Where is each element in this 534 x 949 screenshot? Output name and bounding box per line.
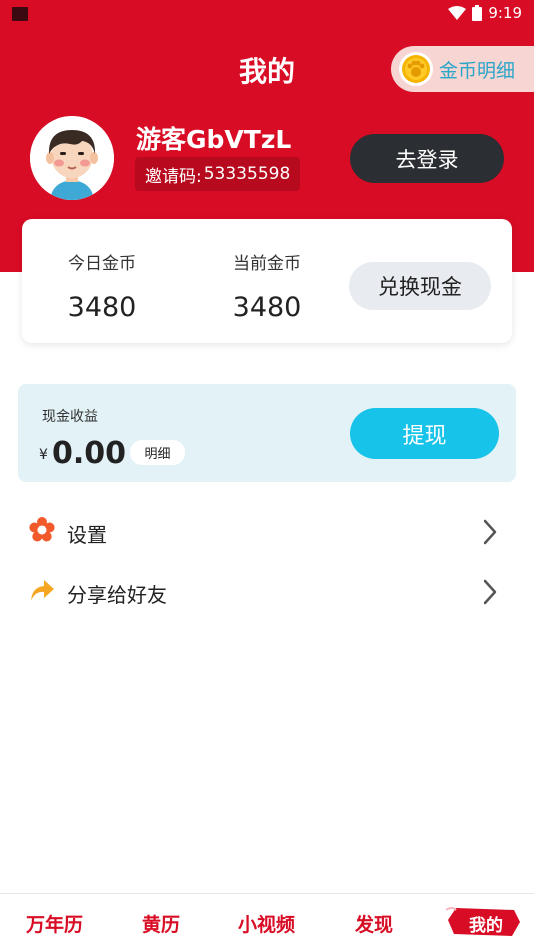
coin-detail-button[interactable]: 金币明细 xyxy=(391,46,534,92)
bottom-tab-bar: 万年历 黄历 小视频 发现 我的 xyxy=(0,893,534,949)
coin-icon xyxy=(399,52,433,86)
current-coins-label: 当前金币 xyxy=(233,254,301,274)
username: 游客GbVTzL xyxy=(136,125,292,154)
coin-detail-label: 金币明细 xyxy=(439,59,516,82)
tab-almanac[interactable]: 黄历 xyxy=(142,910,180,937)
menu-item-settings[interactable]: 设置 xyxy=(0,503,534,559)
share-arrow-icon xyxy=(31,580,54,601)
settings-flower-icon xyxy=(29,517,55,542)
tab-discover[interactable]: 发现 xyxy=(355,910,393,937)
chevron-right-icon xyxy=(483,519,497,545)
today-coins-value: 3480 xyxy=(67,292,137,323)
status-bar: 9:19 xyxy=(0,0,534,28)
avatar[interactable] xyxy=(30,116,114,200)
exchange-cash-button[interactable]: 兑换现金 xyxy=(349,262,491,310)
cash-amount: 0.00 xyxy=(52,436,127,471)
menu-item-label: 设置 xyxy=(67,523,107,547)
tab-mine[interactable]: 我的 xyxy=(446,906,520,938)
wifi-icon xyxy=(448,6,467,20)
menu-item-label: 分享给好友 xyxy=(67,583,167,607)
battery-icon xyxy=(472,5,483,21)
tab-short-video[interactable]: 小视频 xyxy=(238,910,295,937)
coin-summary-card: 今日金币 3480 当前金币 3480 兑换现金 xyxy=(22,219,512,343)
invite-code-label: 邀请码: xyxy=(145,166,202,187)
tab-mine-label: 我的 xyxy=(469,916,503,936)
login-button[interactable]: 去登录 xyxy=(350,134,504,183)
invite-code-value: 53335598 xyxy=(203,164,291,184)
today-coins: 今日金币 3480 xyxy=(32,249,172,323)
status-time: 9:19 xyxy=(488,4,522,22)
notification-icon xyxy=(12,7,28,21)
current-coins-value: 3480 xyxy=(232,292,302,323)
status-right: 9:19 xyxy=(448,4,522,22)
menu-item-share[interactable]: 分享给好友 xyxy=(0,563,534,619)
cash-earnings-label: 现金收益 xyxy=(42,409,98,425)
today-coins-label: 今日金币 xyxy=(68,254,136,274)
chevron-right-icon xyxy=(483,579,497,605)
tab-calendar[interactable]: 万年历 xyxy=(26,910,83,937)
cash-detail-button[interactable]: 明细 xyxy=(130,440,185,465)
withdraw-button[interactable]: 提现 xyxy=(350,408,499,459)
current-coins: 当前金币 3480 xyxy=(197,249,337,323)
currency-symbol: ¥ xyxy=(39,447,48,463)
invite-code-badge[interactable]: 邀请码: 53335598 xyxy=(135,157,301,191)
cash-earnings-card: 现金收益 ¥ 0.00 明细 提现 xyxy=(18,384,516,482)
